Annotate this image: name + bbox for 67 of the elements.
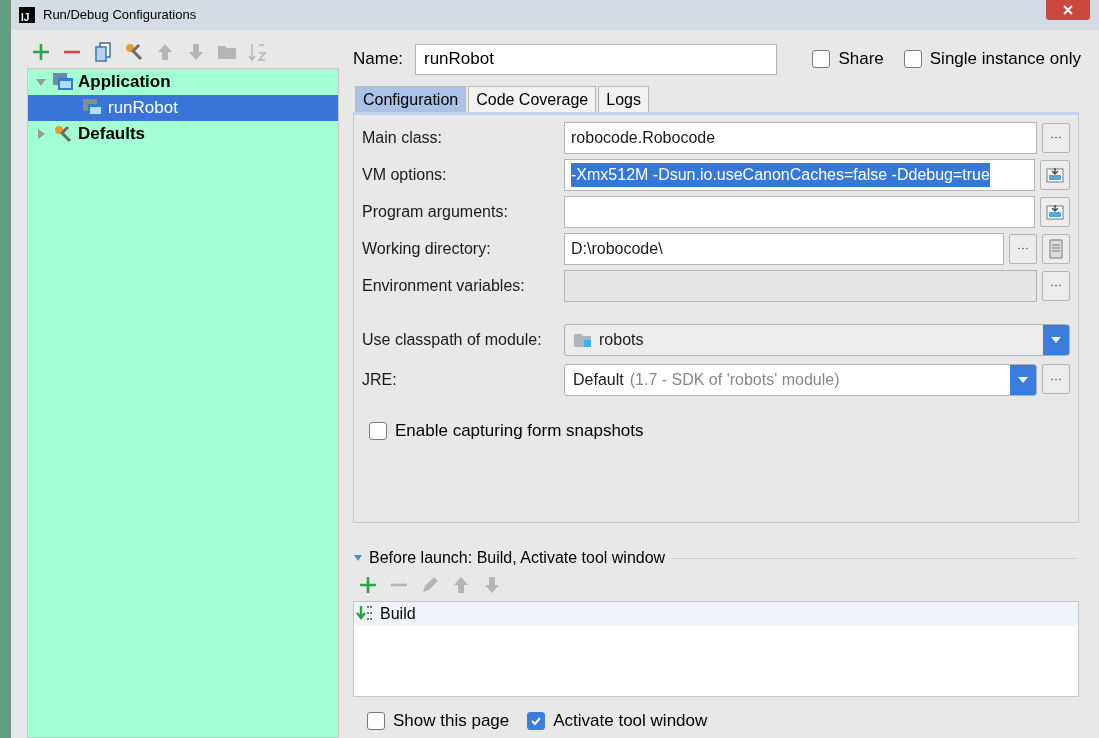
checkbox[interactable]	[527, 711, 546, 730]
browse-button[interactable]	[1042, 270, 1070, 301]
ellipsis-icon	[1051, 284, 1061, 287]
close-button[interactable]	[1046, 0, 1090, 20]
checkbox[interactable]	[903, 50, 922, 68]
macro-button[interactable]	[1042, 233, 1070, 264]
ellipsis-icon	[1018, 247, 1028, 250]
wrench-icon[interactable]	[123, 41, 145, 63]
tab[interactable]: Logs	[598, 86, 649, 112]
tree-item[interactable]: Application	[28, 69, 338, 95]
wrench-icon[interactable]	[52, 123, 74, 145]
add-icon[interactable]	[30, 41, 52, 63]
module-select[interactable]: Default (1.7 - SDK of 'robots' module)	[564, 364, 1037, 396]
checkbox[interactable]	[369, 421, 387, 440]
checkbox[interactable]	[812, 50, 831, 68]
checkbox-label: Enable capturing form snapshots	[395, 420, 644, 442]
name-input[interactable]: runRobot	[415, 43, 777, 75]
field-label: VM options:	[362, 164, 448, 185]
checkbox[interactable]	[367, 711, 385, 730]
window-icon	[82, 98, 104, 118]
select-value: Default	[573, 370, 624, 390]
field-label: JRE:	[362, 370, 398, 390]
field-label: Environment variables:	[362, 275, 526, 296]
tab[interactable]: Code Coverage	[468, 86, 597, 112]
checkbox-label: Single instance only	[929, 48, 1081, 71]
task-item[interactable]: Build	[354, 602, 1078, 626]
tree-item[interactable]: Defaults	[28, 121, 338, 147]
app-logo: IJ	[19, 7, 35, 23]
collapse-arrow-icon[interactable]	[353, 554, 363, 562]
select-hint: (1.7 - SDK of 'robots' module)	[629, 370, 840, 390]
text-input[interactable]: D:\robocode\	[564, 232, 1004, 265]
checkbox-label: Show this page	[393, 710, 510, 732]
browse-button[interactable]	[1042, 122, 1070, 153]
tab[interactable]: Configuration	[355, 86, 467, 112]
copy-icon[interactable]	[92, 41, 114, 63]
section-title[interactable]: Before launch: Build, Activate tool window	[369, 546, 666, 570]
select-value: robots	[599, 330, 644, 350]
field-label: Use classpath of module:	[362, 330, 543, 350]
browse-button[interactable]	[1042, 364, 1070, 394]
window-icon	[52, 72, 74, 92]
text-input[interactable]: robocode.Robocode	[564, 121, 1037, 154]
close-icon	[1063, 5, 1073, 15]
dropdown-arrow-icon	[1017, 376, 1029, 384]
checkbox-label: Share	[838, 48, 884, 71]
window-title: Run/Debug Configurations	[43, 6, 197, 25]
text-input[interactable]	[564, 195, 1035, 228]
expand-icon	[1046, 165, 1064, 184]
name-label: Name:	[353, 48, 405, 71]
ellipsis-icon	[1051, 136, 1061, 139]
tree-item[interactable]: runRobot	[28, 95, 338, 121]
add-icon[interactable]	[357, 574, 379, 596]
expand-button[interactable]	[1040, 159, 1070, 190]
dropdown-button[interactable]	[1043, 325, 1069, 355]
folder-icon	[573, 332, 593, 348]
ellipsis-icon	[1051, 377, 1061, 381]
document-icon	[1049, 238, 1063, 259]
field-label: Working directory:	[362, 238, 492, 259]
browse-button[interactable]	[1009, 233, 1037, 264]
checkbox-label: Activate tool window	[553, 710, 708, 732]
text-input[interactable]: -Xmx512M -Dsun.io.useCanonCaches=false -Ddebug=true	[564, 158, 1035, 191]
dropdown-arrow-icon	[1050, 336, 1062, 344]
module-select[interactable]: robots	[564, 324, 1070, 356]
expand-button[interactable]	[1040, 196, 1070, 227]
field-label: Program arguments:	[362, 201, 509, 222]
expand-icon	[1046, 202, 1064, 221]
field-label: Main class:	[362, 127, 444, 148]
dropdown-button[interactable]	[1010, 365, 1036, 395]
